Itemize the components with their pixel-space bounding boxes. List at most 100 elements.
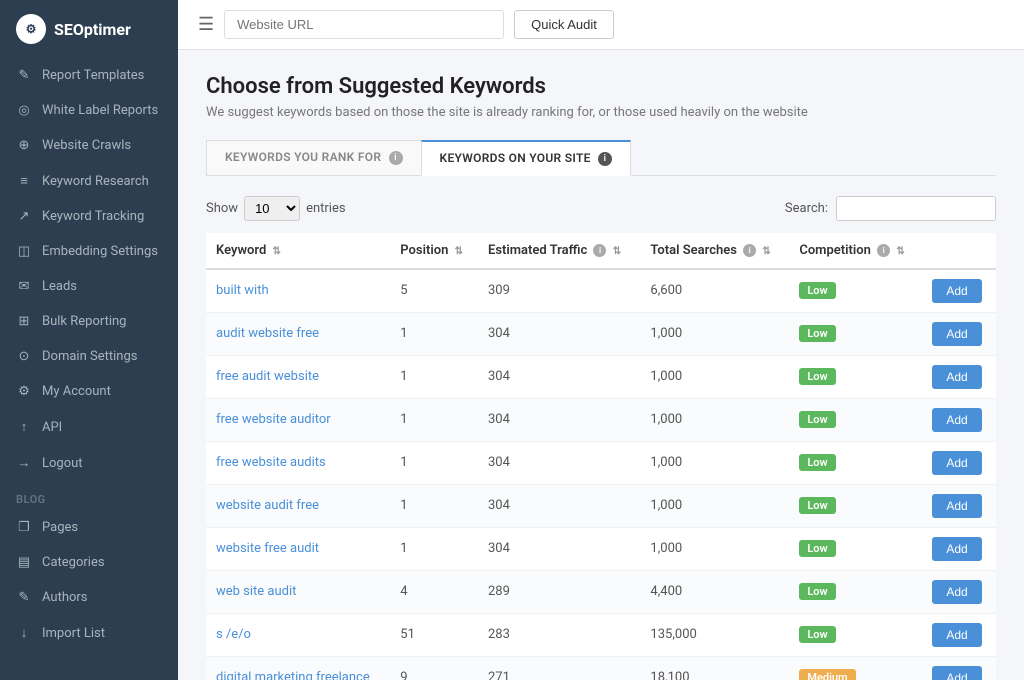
add-keyword-button[interactable]: Add [932,580,981,604]
action-cell: Add [922,312,996,355]
sidebar-item-report-templates[interactable]: ✎Report Templates [0,58,178,93]
sidebar-icon-embedding-settings: ◫ [16,244,32,259]
sort-searches-icon[interactable]: ⇅ [762,246,770,257]
searches-cell: 1,000 [640,484,789,527]
traffic-cell: 271 [478,656,640,680]
add-keyword-button[interactable]: Add [932,623,981,647]
searches-cell: 6,600 [640,269,789,313]
competition-badge: Low [799,454,835,471]
action-cell: Add [922,269,996,313]
sidebar-icon-domain-settings: ⊙ [16,349,32,364]
sort-position-icon[interactable]: ⇅ [455,246,463,257]
sidebar-item-keyword-tracking[interactable]: ↗ Keyword Tracking [0,199,178,234]
sidebar-item-pages[interactable]: ❐Pages [0,510,178,545]
position-cell: 1 [390,312,478,355]
table-row: free website audits 1 304 1,000 Low Add [206,441,996,484]
keyword-cell: audit website free [206,312,390,355]
sidebar-item-white-label-reports[interactable]: ◎White Label Reports [0,93,178,128]
sidebar-item-embedding-settings[interactable]: ◫Embedding Settings [0,234,178,269]
table-row: built with 5 309 6,600 Low Add [206,269,996,313]
add-keyword-button[interactable]: Add [932,666,981,680]
sidebar-label-report-templates: Report Templates [42,68,144,83]
table-controls: Show 10 25 50 100 entries Search: [206,196,996,221]
keyword-cell: web site audit [206,570,390,613]
add-keyword-button[interactable]: Add [932,451,981,475]
keyword-cell: digital marketing freelance [206,656,390,680]
action-cell: Add [922,656,996,680]
position-cell: 1 [390,484,478,527]
app-name: SEOptimer [54,20,131,39]
sidebar-item-leads[interactable]: ✉Leads [0,269,178,304]
add-keyword-button[interactable]: Add [932,537,981,561]
keyword-cell: free website audits [206,441,390,484]
competition-cell: Low [789,570,922,613]
sidebar-label-api: API [42,420,62,435]
sort-traffic-icon[interactable]: ⇅ [613,246,621,257]
competition-badge: Medium [799,669,855,680]
competition-cell: Low [789,441,922,484]
sidebar-icon-my-account: ⚙ [16,384,32,399]
sidebar-label-website-crawls: Website Crawls [42,138,131,153]
competition-badge: Low [799,540,835,557]
action-cell: Add [922,527,996,570]
searches-cell: 135,000 [640,613,789,656]
sidebar-item-logout[interactable]: →Logout [0,445,178,481]
entries-label: entries [306,201,346,216]
sidebar-item-import-list[interactable]: ↓Import List [0,615,178,651]
col-competition: Competition i ⇅ [789,233,922,269]
sidebar-item-authors[interactable]: ✎Authors [0,580,178,615]
competition-badge: Low [799,368,835,385]
add-keyword-button[interactable]: Add [932,408,981,432]
quick-audit-button[interactable]: Quick Audit [514,10,614,39]
competition-badge: Low [799,411,835,428]
page-subtitle: We suggest keywords based on those the s… [206,105,996,120]
tab-keywords-you-rank-for[interactable]: KEYWORDS YOU RANK FOR i [206,140,422,175]
content-area: Choose from Suggested Keywords We sugges… [178,50,1024,680]
sidebar-item-bulk-reporting[interactable]: ⊞ Bulk Reporting [0,304,178,339]
tab-keywords-on-your-site[interactable]: KEYWORDS ON YOUR SITE i [421,140,631,176]
sidebar-item-website-crawls[interactable]: ⊕Website Crawls [0,128,178,163]
sort-competition-icon[interactable]: ⇅ [896,246,904,257]
url-input[interactable] [224,10,504,39]
sidebar-icon-keyword-tracking: ↗ [16,209,32,224]
sidebar-label-bulk-reporting: Bulk Reporting [42,314,126,329]
add-keyword-button[interactable]: Add [932,494,981,518]
keyword-tabs: KEYWORDS YOU RANK FOR iKEYWORDS ON YOUR … [206,140,996,176]
main-content: ☰ Quick Audit Choose from Suggested Keyw… [178,0,1024,680]
sidebar-item-categories[interactable]: ▤Categories [0,545,178,580]
competition-badge: Low [799,325,835,342]
action-cell: Add [922,355,996,398]
competition-cell: Low [789,269,922,313]
position-cell: 1 [390,527,478,570]
sidebar-label-keyword-tracking: Keyword Tracking [42,209,144,224]
sidebar-item-my-account[interactable]: ⚙ My Account [0,374,178,409]
add-keyword-button[interactable]: Add [932,365,981,389]
sidebar-item-api[interactable]: ↑API [0,409,178,445]
add-keyword-button[interactable]: Add [932,322,981,346]
search-input[interactable] [836,196,996,221]
sidebar-icon-bulk-reporting: ⊞ [16,314,32,329]
logo-icon: ⚙ [16,14,46,44]
add-keyword-button[interactable]: Add [932,279,981,303]
table-row: digital marketing freelance 9 271 18,100… [206,656,996,680]
tab-info-keywords-on-your-site: i [598,152,612,166]
searches-cell: 1,000 [640,312,789,355]
competition-cell: Low [789,355,922,398]
competition-cell: Low [789,527,922,570]
sidebar-item-keyword-research[interactable]: ≡Keyword Research [0,163,178,199]
entries-select[interactable]: 10 25 50 100 [244,196,300,221]
competition-cell: Low [789,484,922,527]
searches-cell: 1,000 [640,441,789,484]
searches-cell: 18,100 [640,656,789,680]
traffic-cell: 289 [478,570,640,613]
sidebar-icon-authors: ✎ [16,590,32,605]
menu-icon[interactable]: ☰ [198,14,214,35]
keywords-table: Keyword ⇅ Position ⇅ Estimated Traffic i… [206,233,996,680]
sidebar-item-domain-settings[interactable]: ⊙Domain Settings [0,339,178,374]
position-cell: 51 [390,613,478,656]
traffic-cell: 304 [478,398,640,441]
sidebar-label-my-account: My Account [42,384,111,399]
sort-keyword-icon[interactable]: ⇅ [273,246,281,257]
competition-cell: Medium [789,656,922,680]
sidebar-icon-white-label-reports: ◎ [16,103,32,118]
